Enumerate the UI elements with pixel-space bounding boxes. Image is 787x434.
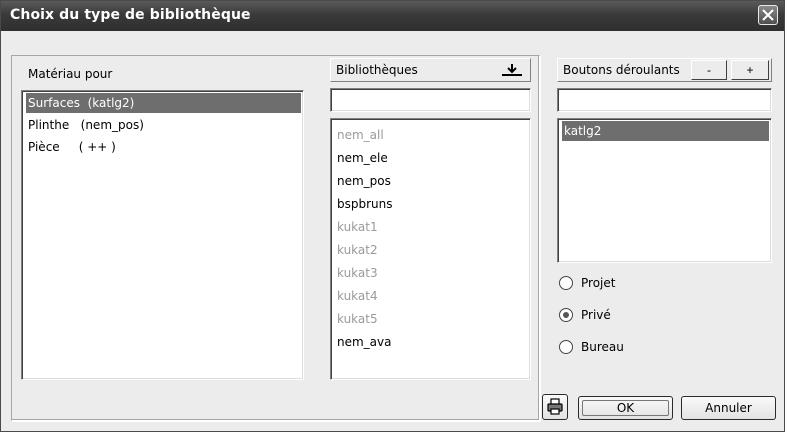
radio-label: Projet: [581, 276, 616, 290]
close-button[interactable]: [758, 5, 778, 25]
printer-icon: [547, 398, 563, 415]
materiau-list[interactable]: Surfaces (katlg2) Plinthe (nem_pos) Pièce …: [21, 90, 304, 380]
radio-label: Bureau: [581, 340, 624, 354]
materiau-list-item[interactable]: Pièce ( ++ ): [26, 137, 301, 157]
dialog-window: Choix du type de bibliothèque Matériau p…: [0, 0, 785, 432]
import-button[interactable]: [498, 61, 526, 79]
bibliotheques-list[interactable]: nem_all nem_ele nem_pos bspbruns kukat1 kukat…: [330, 118, 531, 380]
bibliotheque-list-item[interactable]: kukat5: [335, 309, 528, 329]
bibliotheques-label: Bibliothèques: [336, 63, 418, 77]
boutons-filter-input[interactable]: [557, 88, 772, 112]
download-icon: [502, 64, 522, 76]
bibliotheque-list-item[interactable]: kukat2: [335, 240, 528, 260]
boutons-header: Boutons déroulants - +: [557, 58, 772, 82]
bouton-list-item[interactable]: katlg2: [562, 121, 769, 141]
materiau-label: Matériau pour: [28, 67, 113, 81]
bibliotheques-header: Bibliothèques: [330, 58, 531, 82]
bibliotheque-list-item[interactable]: nem_ava: [335, 332, 528, 352]
bibliotheque-list-item[interactable]: bspbruns: [335, 194, 528, 214]
bibliotheque-list-item[interactable]: nem_all: [335, 125, 528, 145]
remove-button[interactable]: -: [691, 60, 727, 80]
bibliotheques-filter-input[interactable]: [330, 88, 531, 112]
bibliotheque-list-item[interactable]: kukat4: [335, 286, 528, 306]
title-bar: Choix du type de bibliothèque: [1, 1, 784, 31]
radio-label: Privé: [581, 308, 611, 322]
close-icon: [762, 9, 774, 21]
materiau-list-item[interactable]: Surfaces (katlg2): [26, 93, 301, 113]
radio-button[interactable]: [559, 340, 573, 354]
radio-button[interactable]: [559, 276, 573, 290]
bibliotheque-list-item[interactable]: nem_ele: [335, 148, 528, 168]
ok-button[interactable]: OK: [578, 396, 673, 420]
materiau-list-item[interactable]: Plinthe (nem_pos): [26, 115, 301, 135]
radio-button[interactable]: [559, 308, 573, 322]
bibliotheque-list-item[interactable]: kukat3: [335, 263, 528, 283]
bibliotheque-list-item[interactable]: kukat1: [335, 217, 528, 237]
bibliotheque-list-item[interactable]: nem_pos: [335, 171, 528, 191]
print-button[interactable]: [542, 394, 568, 420]
cancel-button[interactable]: Annuler: [681, 396, 776, 420]
boutons-label: Boutons déroulants: [563, 63, 680, 77]
dialog-body: Matériau pour Surfaces (katlg2) Plinthe (…: [5, 35, 780, 429]
window-title: Choix du type de bibliothèque: [10, 7, 251, 23]
add-button[interactable]: +: [731, 60, 769, 80]
boutons-list[interactable]: katlg2: [557, 118, 772, 263]
